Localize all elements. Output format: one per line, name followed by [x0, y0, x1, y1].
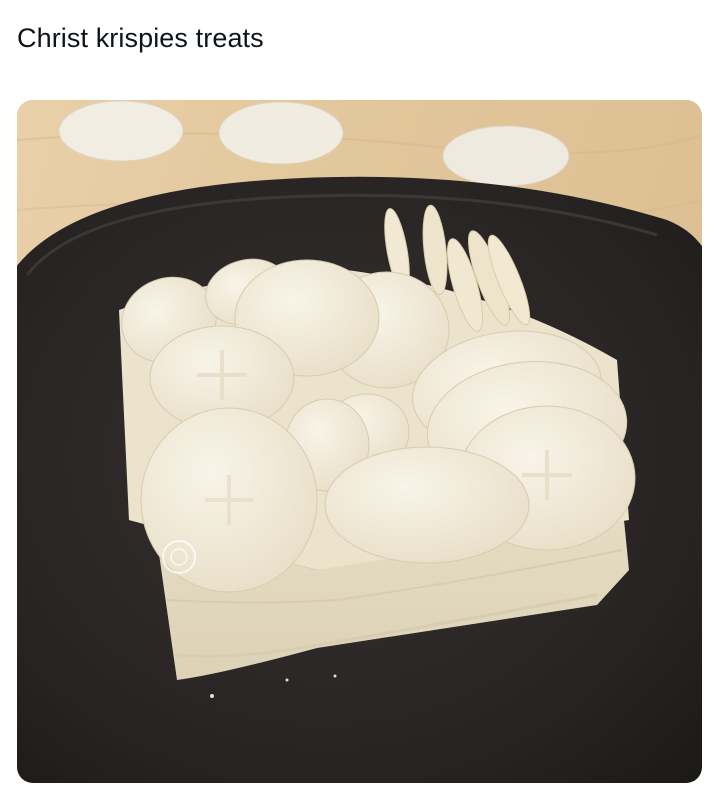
table-wafer [442, 125, 570, 187]
table-wafer [58, 100, 184, 162]
post-image[interactable] [17, 100, 702, 783]
photo-illustration [17, 100, 702, 783]
post: Christ krispies treats [0, 0, 719, 800]
post-text: Christ krispies treats [17, 23, 264, 53]
table-wafer [218, 101, 344, 165]
